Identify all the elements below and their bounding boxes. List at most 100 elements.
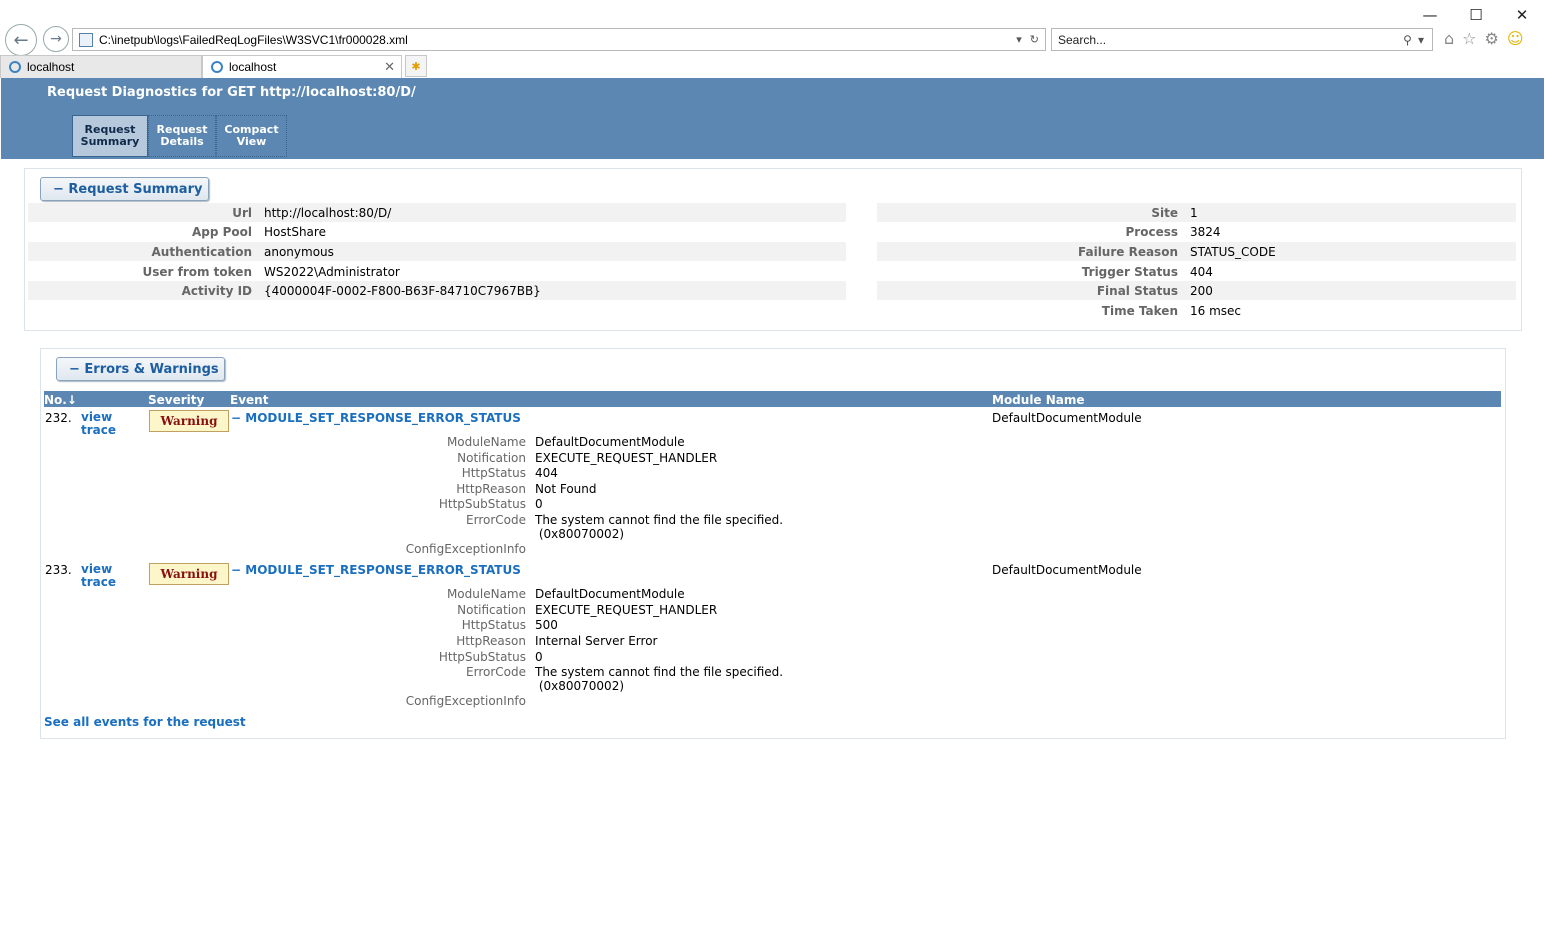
search-icon[interactable]: ⚲: [1403, 33, 1412, 47]
summary-key: Time Taken: [1101, 303, 1178, 318]
event-name[interactable]: MODULE_SET_RESPONSE_ERROR_STATUS: [245, 411, 521, 425]
summary-key: Process: [1125, 224, 1179, 239]
new-tab-button[interactable]: ✱: [405, 55, 427, 77]
detail-key: ErrorCode: [466, 513, 526, 527]
request-summary-toggle[interactable]: − Request Summary: [40, 177, 209, 201]
see-all-events-link[interactable]: See all events for the request: [44, 715, 246, 729]
detail-key: ErrorCode: [466, 665, 526, 679]
link-text[interactable]: view: [81, 410, 112, 424]
severity-badge: Warning: [149, 563, 229, 585]
severity-badge: Warning: [149, 410, 229, 432]
collapse-icon[interactable]: −: [231, 411, 241, 425]
event-toggle[interactable]: − MODULE_SET_RESPONSE_ERROR_STATUS: [231, 411, 521, 425]
summary-key: Site: [1151, 205, 1178, 220]
tab-request-details[interactable]: Request Details: [148, 115, 216, 157]
errors-warnings-toggle[interactable]: − Errors & Warnings: [56, 357, 225, 381]
detail-key: HttpSubStatus: [438, 497, 526, 511]
feedback-smiley-icon[interactable]: ☺: [1507, 29, 1524, 48]
link-text[interactable]: view: [81, 562, 112, 576]
module-name: DefaultDocumentModule: [992, 563, 1142, 577]
summary-key: Final Status: [1096, 283, 1178, 298]
col-no-header[interactable]: No.↓: [44, 393, 77, 407]
summary-value: http://localhost:80/D/: [264, 205, 392, 220]
detail-key: HttpStatus: [461, 618, 526, 632]
detail-key: Notification: [457, 451, 526, 465]
summary-row-activity-id: Activity ID {4000004F-0002-F800-B63F-8471…: [28, 281, 846, 300]
window-controls: — ☐ ✕: [1407, 4, 1545, 26]
summary-key: Activity ID: [181, 283, 252, 298]
summary-value: 3824: [1190, 224, 1221, 239]
refresh-icon[interactable]: ↻: [1030, 33, 1039, 46]
address-url[interactable]: C:\inetpub\logs\FailedReqLogFiles\W3SVC1…: [99, 33, 1016, 47]
summary-key: App Pool: [191, 224, 252, 239]
view-trace-link[interactable]: view trace: [81, 411, 116, 437]
summary-row-time-taken: Time Taken 16 msec: [877, 301, 1516, 320]
detail-value: The system cannot find the file specifie…: [535, 513, 783, 541]
search-dropdown-icon[interactable]: ▾: [1418, 33, 1424, 47]
view-tab-line2: Details: [160, 135, 204, 148]
col-module-header[interactable]: Module Name: [992, 393, 1085, 407]
detail-value: 0: [535, 497, 543, 511]
summary-key: Authentication: [151, 244, 253, 259]
error-code: (0x80070002): [538, 679, 625, 693]
summary-row-site: Site 1: [877, 203, 1516, 222]
close-window-button[interactable]: ✕: [1499, 4, 1545, 26]
back-button[interactable]: ←: [5, 24, 37, 56]
summary-value: WS2022\Administrator: [264, 264, 400, 279]
detail-key: Notification: [457, 603, 526, 617]
tab-label: localhost: [27, 60, 75, 74]
link-text[interactable]: trace: [81, 423, 116, 437]
address-bar[interactable]: C:\inetpub\logs\FailedReqLogFiles\W3SVC1…: [72, 28, 1046, 51]
search-box[interactable]: Search... ⚲ ▾: [1051, 28, 1433, 51]
event-toggle[interactable]: − MODULE_SET_RESPONSE_ERROR_STATUS: [231, 563, 521, 577]
summary-row-failure-reason: Failure Reason STATUS_CODE: [877, 242, 1516, 261]
home-icon[interactable]: ⌂: [1444, 29, 1454, 48]
link-text[interactable]: trace: [81, 575, 116, 589]
tab-compact-view[interactable]: Compact View: [216, 115, 287, 157]
gear-icon[interactable]: ⚙: [1485, 29, 1499, 48]
col-severity-header[interactable]: Severity: [148, 393, 204, 407]
tab-label: localhost: [229, 60, 277, 74]
event-name[interactable]: MODULE_SET_RESPONSE_ERROR_STATUS: [245, 563, 521, 577]
minimize-button[interactable]: —: [1407, 4, 1453, 26]
view-tab-line2: Summary: [80, 135, 140, 148]
address-dropdown-icon[interactable]: ▾: [1016, 33, 1022, 46]
summary-row-trigger-status: Trigger Status 404: [877, 262, 1516, 281]
detail-value: Internal Server Error: [535, 634, 658, 648]
tab-localhost-2[interactable]: localhost ✕: [202, 55, 402, 78]
summary-key: Url: [232, 205, 252, 220]
summary-key: User from token: [142, 264, 252, 279]
forward-arrow-icon: →: [50, 31, 62, 47]
detail-value: 0: [535, 650, 543, 664]
errors-table-header: No.↓ Severity Event Module Name: [44, 391, 1501, 407]
detail-value: The system cannot find the file specifie…: [535, 665, 783, 693]
summary-row-final-status: Final Status 200: [877, 281, 1516, 300]
col-event-header[interactable]: Event: [230, 393, 268, 407]
error-text: The system cannot find the file specifie…: [535, 665, 784, 679]
collapse-icon[interactable]: −: [231, 563, 241, 577]
diagnostics-header: Request Diagnostics for GET http://local…: [1, 78, 1544, 159]
tab-request-summary[interactable]: Request Summary: [72, 115, 148, 157]
new-tab-icon: ✱: [411, 59, 421, 73]
detail-value: DefaultDocumentModule: [535, 435, 685, 449]
maximize-button[interactable]: ☐: [1453, 4, 1499, 26]
detail-value: Not Found: [535, 482, 597, 496]
forward-button[interactable]: →: [43, 26, 69, 52]
summary-row-url: Url http://localhost:80/D/: [28, 203, 846, 222]
summary-value: 404: [1190, 264, 1213, 279]
back-arrow-icon: ←: [13, 29, 29, 51]
detail-value: DefaultDocumentModule: [535, 587, 685, 601]
favorites-star-icon[interactable]: ☆: [1462, 29, 1476, 48]
close-tab-icon[interactable]: ✕: [384, 59, 395, 75]
detail-key: ModuleName: [446, 587, 526, 601]
detail-value: 500: [535, 618, 558, 632]
summary-value: {4000004F-0002-F800-B63F-84710C7967BB}: [264, 283, 541, 298]
ie-favicon-icon: [211, 61, 223, 73]
view-trace-link[interactable]: view trace: [81, 563, 116, 589]
detail-key: ConfigExceptionInfo: [405, 542, 526, 556]
error-code: (0x80070002): [538, 527, 625, 541]
tab-localhost-1[interactable]: localhost: [0, 55, 202, 78]
search-input[interactable]: Search...: [1052, 33, 1403, 47]
summary-key: Trigger Status: [1081, 264, 1178, 279]
view-tab-line2: View: [236, 135, 267, 148]
